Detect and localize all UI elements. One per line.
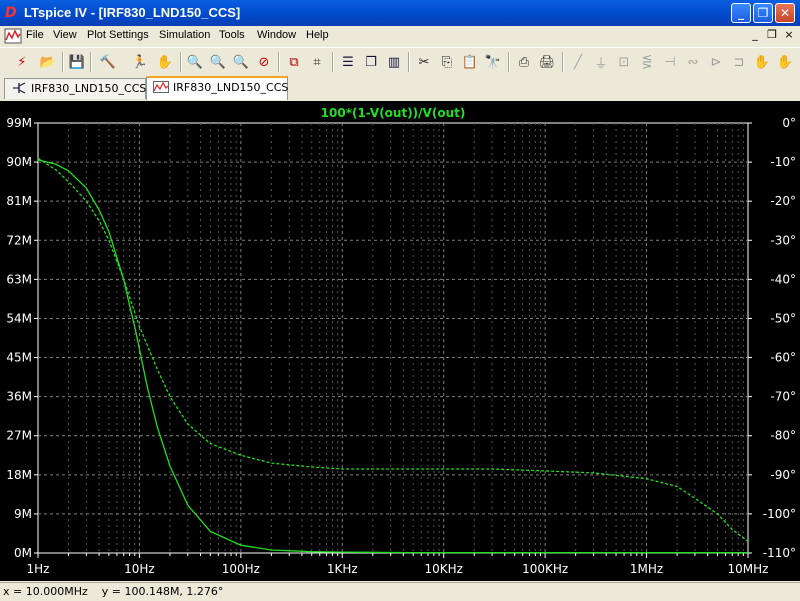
- find-icon[interactable]: 🔭: [483, 52, 503, 72]
- grid-icon[interactable]: ⌗: [307, 52, 327, 72]
- y-right-tick-label: -100°: [763, 507, 796, 521]
- y-right-tick-label: -90°: [770, 468, 796, 482]
- halt-icon[interactable]: ✋: [155, 52, 175, 72]
- y-right-tick-label: -60°: [770, 351, 796, 365]
- close-button[interactable]: ✕: [775, 3, 795, 23]
- window-title: LTspice IV - [IRF830_LND150_CCS]: [24, 5, 241, 20]
- menu-tools[interactable]: Tools: [219, 29, 245, 41]
- plot-grid: [34, 122, 752, 558]
- tab-label: IRF830_LND150_CCS: [31, 82, 147, 95]
- y-left-tick-label: 63M: [6, 272, 32, 286]
- menu-file[interactable]: File: [26, 29, 44, 41]
- y-right-tick-label: -10°: [770, 155, 796, 169]
- zoom-fit-icon[interactable]: 🔍: [231, 52, 251, 72]
- open-icon[interactable]: 📂: [38, 52, 58, 72]
- x-tick-label: 100Hz: [222, 562, 260, 576]
- hammer-icon[interactable]: 🔨: [98, 52, 118, 72]
- mdi-minimize-button[interactable]: _: [748, 28, 762, 42]
- y-left-tick-label: 81M: [6, 194, 32, 208]
- trace-label[interactable]: 100*(1-V(out))/V(out): [321, 106, 466, 120]
- capacitor-icon[interactable]: ⊣: [660, 52, 680, 72]
- x-tick-label: 10KHz: [424, 562, 462, 576]
- save-icon[interactable]: 💾: [67, 52, 87, 72]
- diode-icon[interactable]: ⊳: [706, 52, 726, 72]
- menu-bar: File View Plot Settings Simulation Tools…: [0, 26, 800, 46]
- label-icon[interactable]: ⊡: [614, 52, 634, 72]
- tab-label: IRF830_LND150_CCS: [173, 81, 289, 94]
- y-left-tick-label: 99M: [6, 116, 32, 130]
- y-left-tick-label: 27M: [6, 429, 32, 443]
- x-tick-label: 1KHz: [327, 562, 358, 576]
- resistor-icon[interactable]: ⋚: [637, 52, 657, 72]
- waveform-tab-icon: [153, 81, 169, 93]
- cut-icon[interactable]: ✂: [414, 52, 434, 72]
- status-bar: x = 10.000MHz y = 100.148M, 1.276°: [0, 582, 800, 601]
- schematic-icon[interactable]: ⚡: [12, 52, 32, 72]
- drag-icon[interactable]: ✋: [775, 52, 795, 72]
- print-setup-icon[interactable]: ⎙: [514, 52, 534, 72]
- y-left-tick-label: 9M: [14, 507, 32, 521]
- y-right-tick-label: -80°: [770, 429, 796, 443]
- autorange-icon[interactable]: ⧉: [284, 52, 304, 72]
- plot-frame: [37, 122, 749, 554]
- y-right-tick-label: -20°: [770, 194, 796, 208]
- tile-vertical-icon[interactable]: ▥: [384, 52, 404, 72]
- y-right-tick-label: 0°: [782, 116, 796, 130]
- y-right-tick-label: -30°: [770, 233, 796, 247]
- zoom-in-icon[interactable]: 🔍: [185, 52, 205, 72]
- menu-help[interactable]: Help: [306, 29, 329, 41]
- y-left-tick-label: 45M: [6, 351, 32, 365]
- toolbar: ⚡ 📂 💾 🔨 🏃 ✋ 🔍 🔍 🔍 ⊘ ⧉ ⌗ ☰ ❐ ▥ ✂ ⎘ 📋 🔭 ⎙ …: [0, 47, 800, 77]
- menu-view[interactable]: View: [53, 29, 77, 41]
- y-left-tick-label: 72M: [6, 233, 32, 247]
- waveform-chart[interactable]: 99M 90M 81M 72M 63M 54M 45M 36M 27M 18M 9M 0M 0° -10°…: [0, 101, 800, 581]
- ground-icon[interactable]: ⏚: [591, 52, 611, 72]
- print-icon[interactable]: 🖨: [537, 52, 557, 72]
- y-left-tick-label: 54M: [6, 311, 32, 325]
- plot-traces: [37, 157, 749, 554]
- x-tick-label: 1Hz: [27, 562, 50, 576]
- x-tick-label: 10MHz: [728, 562, 769, 576]
- mdi-close-button[interactable]: ×: [782, 28, 796, 42]
- cursor-readout: x = 10.000MHz y = 100.148M, 1.276°: [3, 585, 224, 598]
- y-right-tick-label: -40°: [770, 272, 796, 286]
- maximize-button[interactable]: ❐: [753, 3, 773, 23]
- move-icon[interactable]: ✋: [752, 52, 772, 72]
- y-left-tick-label: 0M: [14, 546, 32, 560]
- x-tick-label: 10Hz: [124, 562, 155, 576]
- menu-simulation[interactable]: Simulation: [159, 29, 210, 41]
- wire-icon[interactable]: ╱: [568, 52, 588, 72]
- x-tick-label: 1MHz: [630, 562, 663, 576]
- x-tick-label: 100KHz: [522, 562, 568, 576]
- tab-schematic[interactable]: IRF830_LND150_CCS: [4, 78, 146, 99]
- tile-horizontal-icon[interactable]: ☰: [338, 52, 358, 72]
- y-left-tick-label: 90M: [6, 155, 32, 169]
- waveform-plot[interactable]: 99M 90M 81M 72M 63M 54M 45M 36M 27M 18M 9M 0M 0° -10°…: [0, 101, 800, 581]
- zoom-cancel-icon[interactable]: ⊘: [254, 52, 274, 72]
- magnitude-trace: [37, 159, 748, 554]
- menu-plot-settings[interactable]: Plot Settings: [87, 29, 149, 41]
- ltspice-app-icon[interactable]: D: [5, 5, 21, 21]
- schematic-tab-icon: [13, 82, 26, 94]
- mdi-restore-button[interactable]: ❐: [765, 28, 779, 42]
- component-icon[interactable]: ⊐: [729, 52, 749, 72]
- title-bar[interactable]: D LTspice IV - [IRF830_LND150_CCS] _ ❐ ✕: [0, 0, 800, 26]
- waveform-doc-icon[interactable]: [4, 28, 22, 44]
- minimize-button[interactable]: _: [731, 3, 751, 23]
- cascade-icon[interactable]: ❐: [361, 52, 381, 72]
- y-left-tick-label: 18M: [6, 468, 32, 482]
- copy-icon[interactable]: ⎘: [437, 52, 457, 72]
- inductor-icon[interactable]: ∾: [683, 52, 703, 72]
- paste-icon[interactable]: 📋: [460, 52, 480, 72]
- y-left-tick-label: 36M: [6, 390, 32, 404]
- y-right-tick-label: -110°: [763, 546, 796, 560]
- zoom-out-icon[interactable]: 🔍: [208, 52, 228, 72]
- y-right-tick-label: -70°: [770, 390, 796, 404]
- run-icon[interactable]: 🏃: [130, 52, 150, 72]
- menu-window[interactable]: Window: [257, 29, 296, 41]
- document-tabs: IRF830_LND150_CCS IRF830_LND150_CCS: [0, 76, 800, 100]
- tab-waveform[interactable]: IRF830_LND150_CCS: [146, 76, 288, 100]
- y-right-tick-label: -50°: [770, 311, 796, 325]
